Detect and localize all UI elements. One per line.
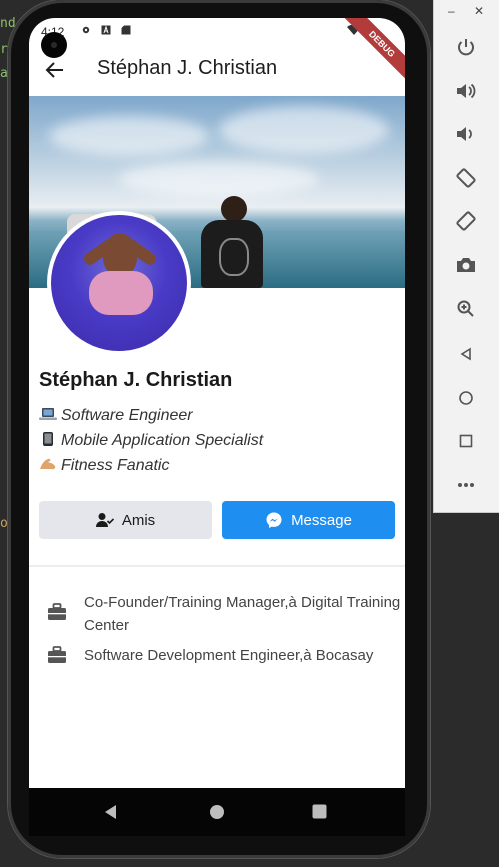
briefcase-icon — [48, 603, 66, 620]
overview-button[interactable] — [453, 428, 479, 454]
messenger-icon — [266, 512, 282, 528]
rotate-right-icon — [456, 211, 476, 231]
back-button[interactable] — [453, 341, 479, 367]
nav-recents-icon[interactable] — [312, 804, 327, 819]
rotate-left-icon — [456, 168, 476, 188]
laptop-emoji-icon — [39, 408, 57, 420]
person-in-photo — [197, 196, 267, 288]
camera-icon — [457, 258, 475, 272]
nav-home-icon[interactable] — [209, 804, 225, 820]
friends-button-label: Amis — [121, 511, 156, 529]
app-screen: 4:12 DEBUG Stéphan J. Christian Stép — [29, 18, 405, 788]
work-text: Co-Founder/Training Manager,à Digital Tr… — [84, 594, 401, 634]
sd-card-icon — [121, 25, 131, 35]
more-button[interactable] — [453, 472, 479, 498]
ide-code-snippet: o — [0, 516, 8, 531]
volume-up-button[interactable] — [453, 78, 479, 104]
app-bar-title: Stéphan J. Christian — [97, 57, 278, 79]
more-dots-icon — [458, 483, 474, 487]
volume-up-icon — [457, 83, 476, 99]
ide-code-snippet: r — [0, 42, 8, 57]
message-button[interactable]: Message — [222, 501, 395, 539]
bio-text: Software Engineer — [61, 407, 193, 424]
user-check-icon — [95, 513, 114, 527]
square-overview-icon — [459, 434, 473, 448]
power-button[interactable] — [453, 34, 479, 60]
app-bar: Stéphan J. Christian — [29, 44, 405, 96]
minimize-window-icon[interactable]: – — [448, 4, 455, 18]
volume-down-button[interactable] — [453, 121, 479, 147]
rotate-right-button[interactable] — [453, 208, 479, 234]
status-bar: 4:12 DEBUG — [29, 18, 405, 82]
flexed-biceps-emoji-icon — [40, 458, 56, 470]
power-icon — [458, 39, 474, 56]
circle-home-icon — [459, 391, 473, 405]
message-button-label: Message — [291, 511, 352, 529]
mobile-phone-emoji-icon — [43, 432, 53, 446]
bio-line: Mobile Application Specialist — [39, 432, 263, 450]
settings-gear-icon — [82, 26, 90, 34]
nav-back-icon[interactable] — [103, 804, 119, 820]
profile-name: Stéphan J. Christian — [39, 369, 233, 391]
emulator-toolbar: – ✕ — [433, 0, 499, 513]
work-text: Software Development Engineer,à Bocasay — [84, 647, 374, 664]
friends-button[interactable]: Amis — [39, 501, 212, 539]
rotate-left-button[interactable] — [453, 165, 479, 191]
bio-line: Software Engineer — [39, 407, 193, 425]
zoom-icon — [457, 300, 474, 317]
home-button[interactable] — [453, 385, 479, 411]
ide-code-snippet: a — [0, 66, 8, 81]
close-window-icon[interactable]: ✕ — [474, 4, 484, 18]
bio-text: Mobile Application Specialist — [61, 432, 264, 449]
bio-line: Fitness Fanatic — [39, 457, 169, 475]
avatar-photo — [51, 215, 187, 351]
zoom-button[interactable] — [453, 296, 479, 322]
screenshot-button[interactable] — [453, 252, 479, 278]
profile-avatar[interactable] — [47, 211, 191, 355]
font-a-icon — [101, 25, 111, 35]
system-navigation-bar — [29, 788, 405, 836]
section-divider — [29, 565, 405, 567]
triangle-back-icon — [460, 347, 471, 361]
briefcase-icon — [48, 646, 66, 663]
bio-text: Fitness Fanatic — [61, 457, 170, 474]
arrow-back-icon[interactable] — [43, 58, 67, 82]
volume-down-icon — [457, 127, 472, 141]
